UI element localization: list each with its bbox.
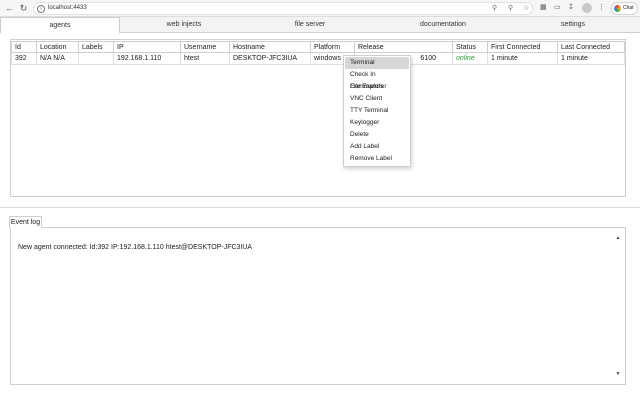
menu-item-check-in-commands[interactable]: Check In Commands bbox=[345, 69, 409, 90]
main-tabs: agents web injects file server documenta… bbox=[0, 17, 640, 34]
menu-icon[interactable]: ⋮ bbox=[598, 4, 605, 12]
cell-ip: 192.168.1.110 bbox=[114, 53, 181, 65]
cell-last-connected: 1 minute bbox=[558, 53, 625, 65]
scroll-down-icon[interactable]: ▼ bbox=[614, 370, 622, 378]
cell-hostname: DESKTOP-JFC3IUA bbox=[230, 53, 311, 65]
chat-label: Chat bbox=[623, 5, 634, 11]
extensions-icon[interactable]: ▦ bbox=[540, 4, 547, 12]
column-header-ip[interactable]: IP bbox=[114, 41, 181, 53]
menu-item-remove-label[interactable]: Remove Label bbox=[345, 153, 409, 165]
menu-item-add-label[interactable]: Add Label bbox=[345, 141, 409, 153]
gemini-logo-icon bbox=[614, 5, 621, 12]
event-log-panel[interactable]: New agent connected: Id:392 IP:192.168.1… bbox=[10, 227, 626, 385]
cell-first-connected: 1 minute bbox=[488, 53, 558, 65]
column-header-release[interactable]: Release bbox=[355, 41, 453, 53]
column-header-location[interactable]: Location bbox=[37, 41, 79, 53]
table-header: Id Location Labels IP Username Hostname … bbox=[11, 41, 625, 53]
tab-web-injects[interactable]: web injects bbox=[124, 17, 244, 33]
column-header-username[interactable]: Username bbox=[181, 41, 230, 53]
tab-file-server[interactable]: file server bbox=[250, 17, 370, 33]
agent-context-menu: Terminal Check In Commands File Explorer… bbox=[343, 55, 411, 167]
zoom-icon[interactable]: ⚲ bbox=[508, 5, 513, 13]
column-header-labels[interactable]: Labels bbox=[79, 41, 114, 53]
scroll-up-icon[interactable]: ▲ bbox=[614, 234, 622, 242]
column-header-status[interactable]: Status bbox=[453, 41, 488, 53]
chat-button[interactable]: Chat bbox=[611, 2, 638, 15]
tab-groups-icon[interactable]: ▭ bbox=[554, 4, 561, 12]
menu-item-keylogger[interactable]: Keylogger bbox=[345, 117, 409, 129]
cell-location: N/A N/A bbox=[37, 53, 79, 65]
back-icon[interactable]: ← bbox=[4, 3, 15, 14]
table-row[interactable]: 392 N/A N/A 192.168.1.110 htest DESKTOP-… bbox=[11, 53, 625, 65]
key-icon[interactable]: ⚲ bbox=[492, 5, 497, 13]
column-header-hostname[interactable]: Hostname bbox=[230, 41, 311, 53]
event-log-entry: New agent connected: Id:392 IP:192.168.1… bbox=[18, 244, 253, 251]
cell-id: 392 bbox=[11, 53, 37, 65]
column-header-last-connected[interactable]: Last Connected bbox=[558, 41, 625, 53]
panel-divider bbox=[0, 207, 640, 208]
cell-status: online bbox=[453, 53, 488, 65]
column-header-platform[interactable]: Platform bbox=[311, 41, 355, 53]
site-info-icon[interactable]: i bbox=[37, 5, 45, 13]
column-header-first-connected[interactable]: First Connected bbox=[488, 41, 558, 53]
menu-item-tty-terminal[interactable]: TTY Terminal bbox=[345, 105, 409, 117]
cell-username: htest bbox=[181, 53, 230, 65]
menu-item-vnc-client[interactable]: VNC Client bbox=[345, 93, 409, 105]
browser-toolbar: ← ↻ i localhost:4433 ⚲ ⚲ ☆ ▦ ▭ ↧ ⋮ Chat bbox=[0, 0, 640, 17]
menu-item-terminal[interactable]: Terminal bbox=[345, 57, 409, 69]
url-text: localhost:4433 bbox=[48, 5, 87, 11]
tab-agents[interactable]: agents bbox=[0, 17, 120, 34]
downloads-icon[interactable]: ↧ bbox=[568, 4, 574, 12]
column-header-id[interactable]: Id bbox=[11, 41, 37, 53]
tab-documentation[interactable]: documentation bbox=[383, 17, 503, 33]
cell-labels bbox=[79, 53, 114, 65]
profile-avatar[interactable] bbox=[582, 3, 592, 13]
address-bar[interactable]: i localhost:4433 ⚲ ⚲ ☆ bbox=[33, 2, 533, 15]
agents-panel: Id Location Labels IP Username Hostname … bbox=[10, 39, 626, 197]
tab-event-log[interactable]: Event log bbox=[9, 216, 42, 228]
tab-settings[interactable]: settings bbox=[513, 17, 633, 33]
reload-icon[interactable]: ↻ bbox=[18, 3, 29, 14]
menu-item-file-explorer[interactable]: File Explorer bbox=[345, 81, 409, 93]
menu-item-delete[interactable]: Delete bbox=[345, 129, 409, 141]
bookmark-star-icon[interactable]: ☆ bbox=[523, 5, 529, 13]
